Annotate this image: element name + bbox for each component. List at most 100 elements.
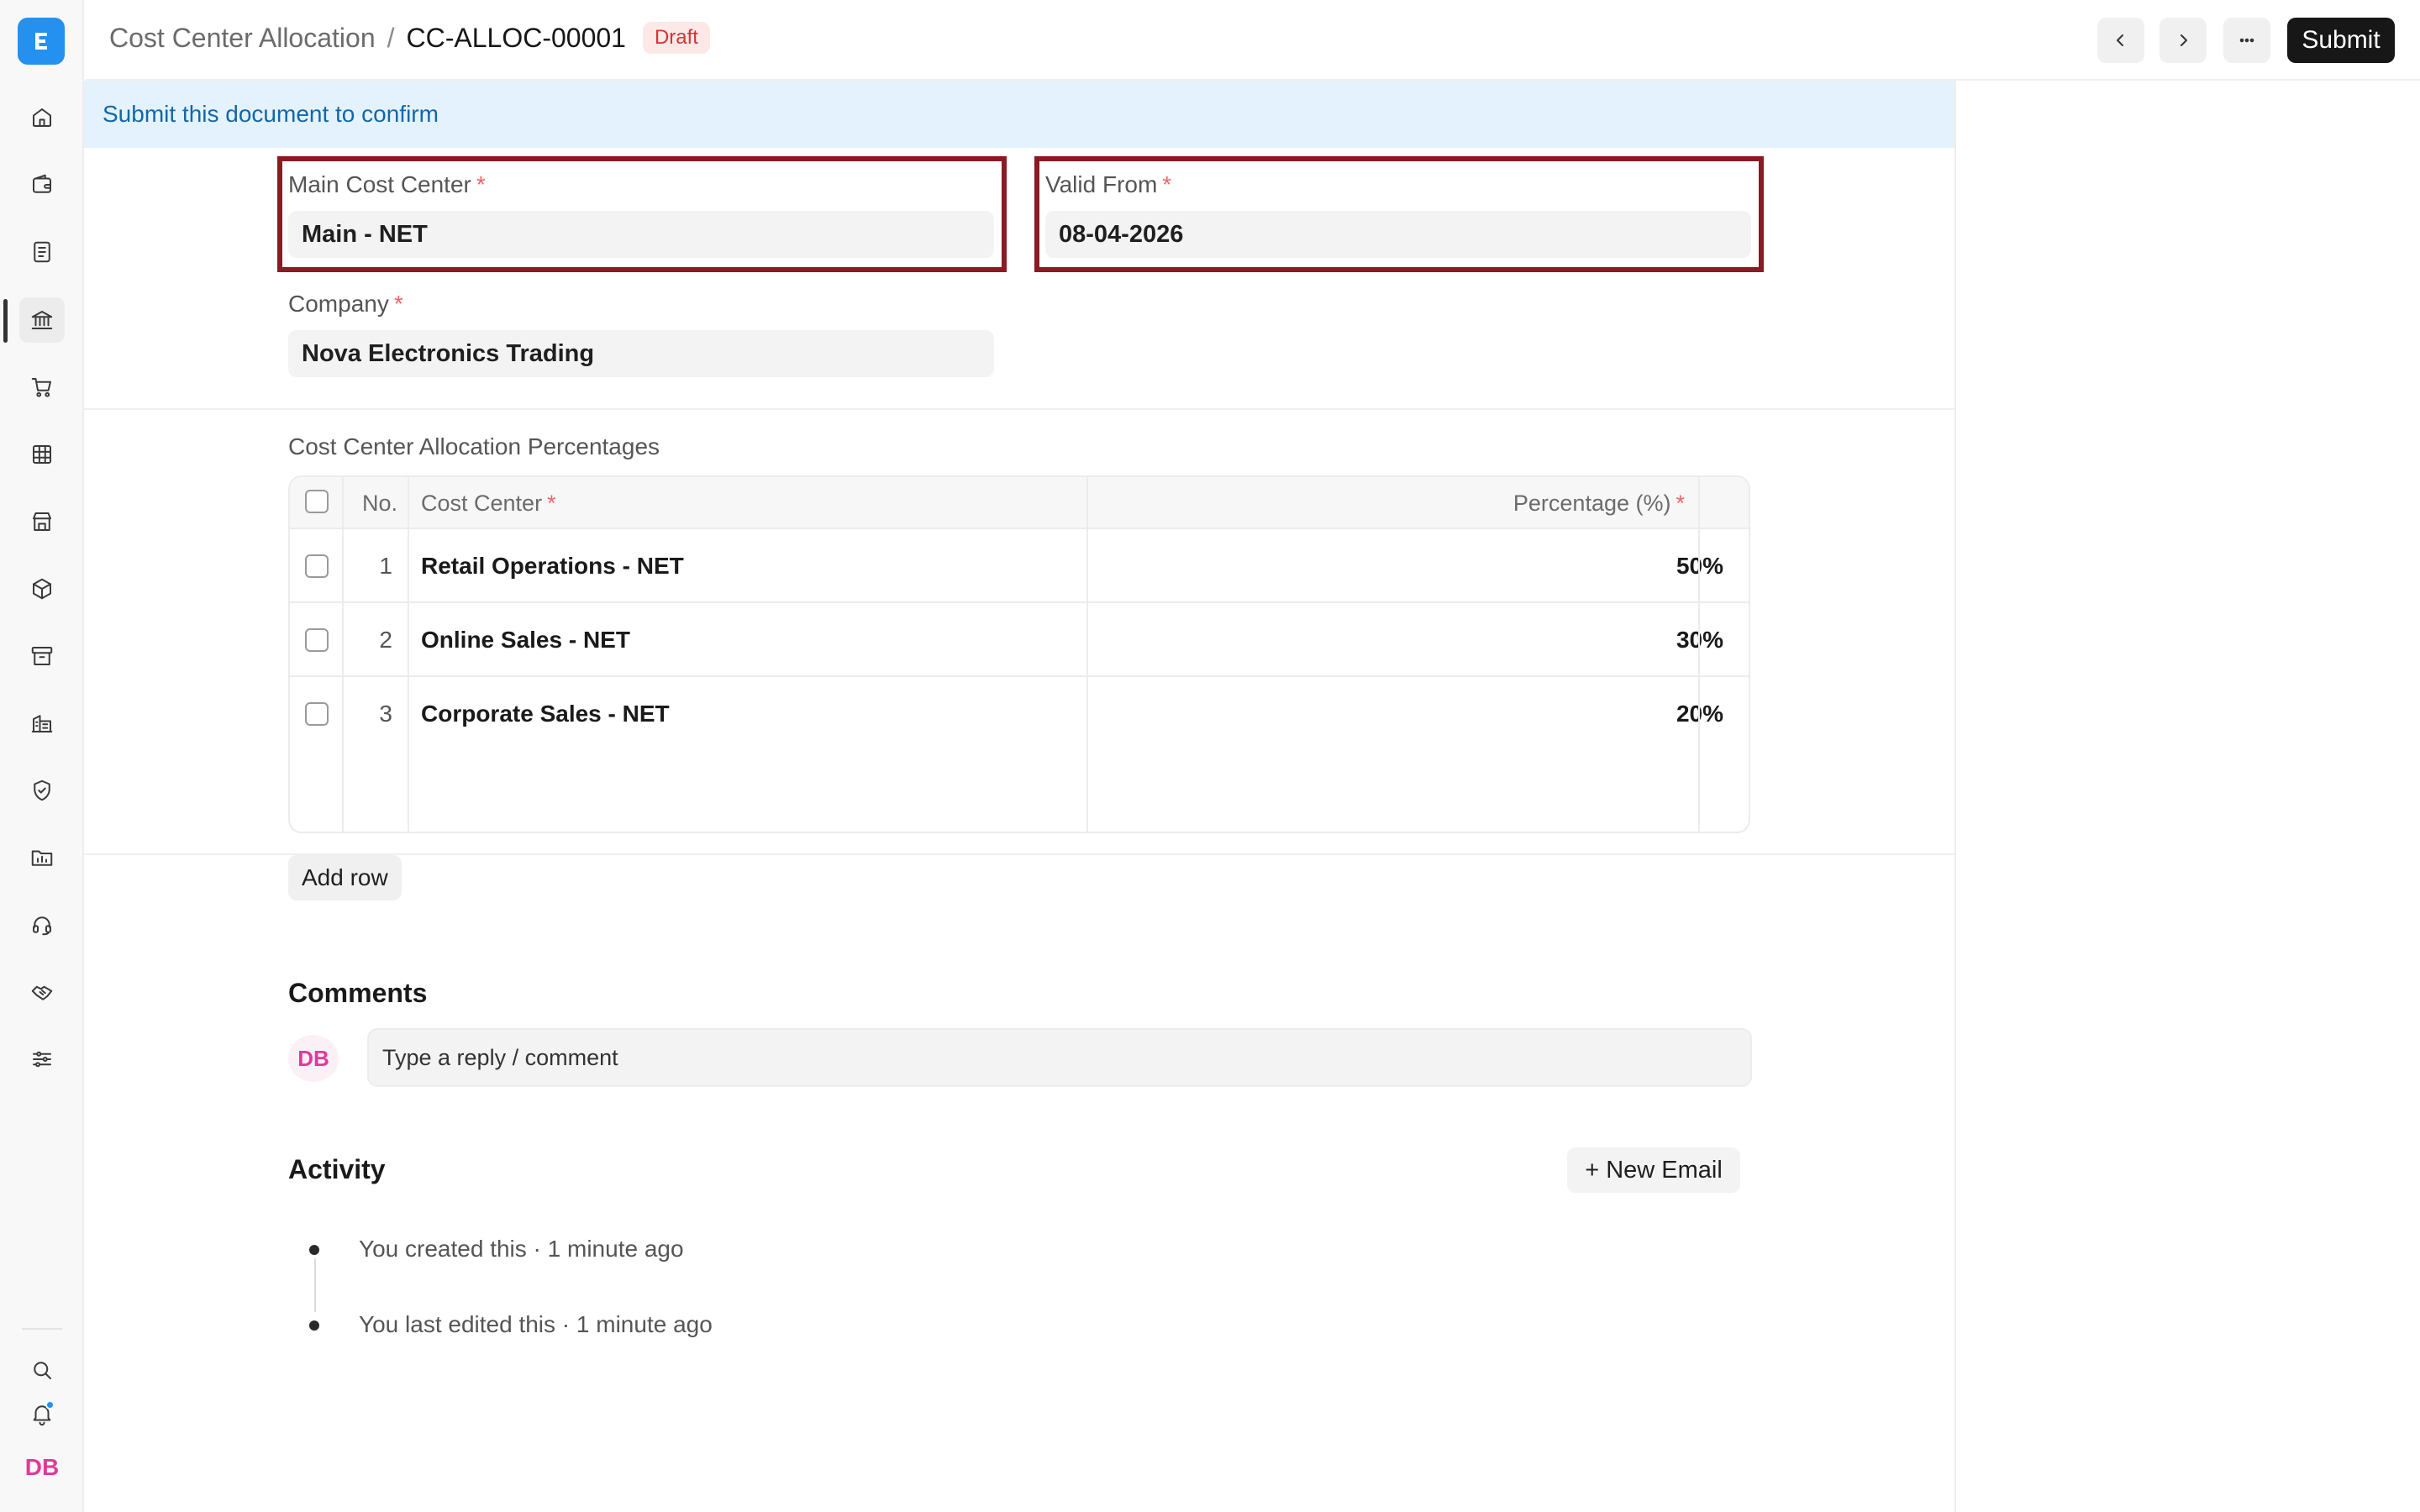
- main-cost-center-label: Main Cost Center *: [288, 171, 486, 198]
- company-field[interactable]: Nova Electronics Trading: [288, 330, 994, 377]
- table-row[interactable]: 1 Retail Operations - NET 50%: [290, 529, 1749, 603]
- sidebar-support[interactable]: [19, 902, 65, 948]
- sidebar-reports[interactable]: [19, 432, 65, 477]
- row-checkbox[interactable]: [305, 702, 329, 726]
- column-header-percentage: Percentage (%) *: [1513, 491, 1685, 517]
- sidebar-search[interactable]: [19, 1347, 65, 1393]
- row-cost-center[interactable]: Online Sales - NET: [421, 627, 630, 654]
- select-all-checkbox[interactable]: [305, 490, 329, 513]
- sidebar-documents[interactable]: [19, 229, 65, 275]
- sidebar-assets[interactable]: [19, 633, 65, 679]
- row-checkbox[interactable]: [305, 554, 329, 578]
- table-row[interactable]: 3 Corporate Sales - NET 20%: [290, 677, 1749, 751]
- page-title: CC-ALLOC-00001: [406, 22, 626, 53]
- erpnext-logo-icon: [35, 33, 47, 50]
- timeline-dot: [309, 1320, 319, 1331]
- more-actions-button[interactable]: [2223, 18, 2270, 63]
- sidebar-banking[interactable]: [19, 297, 65, 343]
- submit-banner: Submit this document to confirm: [84, 81, 1954, 148]
- sidebar-accounting[interactable]: [19, 162, 65, 207]
- comment-input[interactable]: Type a reply / comment: [367, 1028, 1752, 1087]
- table-row[interactable]: 2 Online Sales - NET 30%: [290, 603, 1749, 677]
- folder-chart-icon: [31, 850, 53, 866]
- valid-from-field[interactable]: 08-04-2026: [1045, 211, 1751, 258]
- column-divider: [342, 477, 344, 832]
- row-cost-center[interactable]: Retail Operations - NET: [421, 553, 684, 580]
- breadcrumb: Cost Center Allocation / CC-ALLOC-00001 …: [109, 22, 710, 54]
- package-icon: [33, 578, 51, 600]
- breadcrumb-parent-link[interactable]: Cost Center Allocation: [109, 23, 376, 54]
- sidebar-selling[interactable]: [19, 499, 65, 544]
- home-icon: [33, 108, 51, 127]
- sidebar-buying[interactable]: [19, 365, 65, 410]
- column-divider: [1698, 477, 1700, 832]
- required-mark: *: [393, 291, 403, 317]
- activity-heading: Activity: [288, 1154, 386, 1184]
- store-icon: [33, 512, 51, 531]
- sidebar-stock[interactable]: [19, 566, 65, 612]
- row-cost-center[interactable]: Corporate Sales - NET: [421, 701, 670, 727]
- valid-from-label-text: Valid From: [1045, 171, 1158, 197]
- sidebar-manufacturing[interactable]: [19, 701, 65, 746]
- row-percentage[interactable]: 30%: [1088, 627, 1723, 654]
- sidebar-quality[interactable]: [19, 768, 65, 813]
- sidebar-home[interactable]: [19, 95, 65, 140]
- comment-avatar: DB: [288, 1035, 339, 1082]
- required-mark: *: [547, 491, 556, 516]
- main-cost-center-label-text: Main Cost Center: [288, 171, 471, 197]
- app-logo[interactable]: [18, 18, 65, 65]
- column-header-cost-center-text: Cost Center: [421, 491, 543, 516]
- company-label-text: Company: [288, 291, 389, 317]
- active-indicator: [3, 299, 8, 343]
- sidebar-notifications[interactable]: [19, 1391, 65, 1436]
- timeline-dot: [309, 1245, 319, 1255]
- search-icon: [34, 1362, 51, 1379]
- column-divider: [1086, 477, 1088, 832]
- wallet-icon: [33, 174, 51, 193]
- required-mark: *: [1676, 491, 1685, 516]
- headset-icon: [33, 916, 51, 936]
- new-email-button[interactable]: + New Email: [1567, 1147, 1740, 1193]
- activity-item: You created this · 1 minute ago: [359, 1236, 684, 1262]
- required-mark: *: [1162, 171, 1172, 197]
- sidebar-projects[interactable]: [19, 835, 65, 880]
- status-badge: Draft: [642, 22, 710, 54]
- chevron-right-icon: [2181, 34, 2187, 46]
- breadcrumb-separator: /: [387, 22, 395, 53]
- table-icon: [33, 445, 51, 464]
- row-percentage[interactable]: 20%: [1088, 701, 1723, 727]
- handshake-icon: [31, 985, 53, 1000]
- main-cost-center-field[interactable]: Main - NET: [288, 211, 994, 258]
- section-divider: [84, 408, 1954, 410]
- shield-icon: [34, 780, 50, 801]
- sidebar: DB: [0, 0, 84, 1512]
- more-dots-icon: [2239, 38, 2254, 43]
- sliders-icon: [33, 1051, 51, 1068]
- archive-icon: [31, 647, 53, 665]
- document-icon: [34, 241, 50, 263]
- user-avatar[interactable]: DB: [19, 1445, 65, 1490]
- chevron-left-icon: [2117, 34, 2123, 46]
- row-number: 2: [379, 627, 392, 653]
- previous-doc-button[interactable]: [2097, 18, 2144, 63]
- row-checkbox[interactable]: [305, 628, 329, 652]
- form-content: Submit this document to confirm Main Cos…: [84, 81, 1956, 1512]
- page-header: Cost Center Allocation / CC-ALLOC-00001 …: [86, 0, 2420, 81]
- comments-heading: Comments: [288, 978, 428, 1008]
- submit-button[interactable]: Submit: [2287, 18, 2395, 63]
- sidebar-divider: [22, 1328, 62, 1330]
- sidebar-crm[interactable]: [19, 969, 65, 1015]
- cart-icon: [31, 378, 51, 397]
- sidebar-settings[interactable]: [19, 1037, 65, 1082]
- section-divider: [84, 853, 1954, 855]
- activity-item: You last edited this · 1 minute ago: [359, 1311, 713, 1337]
- next-doc-button[interactable]: [2160, 18, 2207, 63]
- valid-from-label: Valid From *: [1045, 171, 1171, 198]
- row-percentage[interactable]: 50%: [1088, 553, 1723, 580]
- timeline-line: [314, 1258, 316, 1312]
- column-header-percentage-text: Percentage (%): [1512, 491, 1671, 516]
- row-number: 3: [379, 701, 392, 727]
- required-mark: *: [476, 171, 486, 197]
- add-row-button[interactable]: Add row: [288, 855, 402, 900]
- company-label: Company *: [288, 291, 403, 318]
